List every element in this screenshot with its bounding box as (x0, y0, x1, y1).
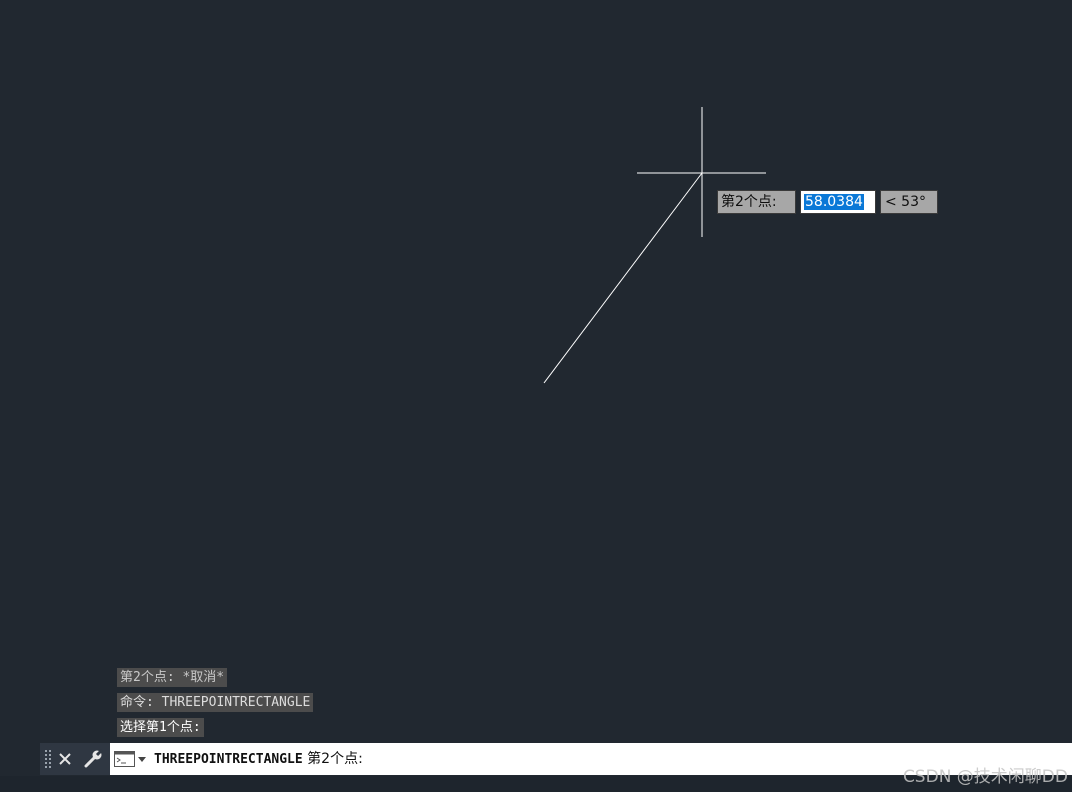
wrench-icon[interactable] (82, 748, 104, 770)
close-icon[interactable] (56, 749, 74, 769)
command-history-line: 命令: THREEPOINTRECTANGLE (117, 693, 314, 712)
command-prompt-text: 第2个点: (307, 751, 363, 767)
command-history-line: 第2个点: *取消* (117, 668, 228, 687)
dynamic-input-prompt: 第2个点: (717, 190, 796, 214)
command-line-toolbar (40, 743, 110, 775)
command-prompt-icon[interactable] (114, 751, 148, 767)
dynamic-input-angle-field[interactable]: < 53° (880, 190, 938, 214)
rubber-band-line (543, 172, 703, 384)
length-value: 58.0384 (804, 194, 864, 210)
dynamic-input-length-field[interactable]: 58.0384 (800, 190, 876, 214)
drawing-svg (543, 107, 766, 384)
command-line-text: THREEPOINTRECTANGLE 第2个点: (154, 743, 363, 775)
command-history-line: 选择第1个点: (117, 718, 204, 737)
drawing-canvas[interactable]: 第2个点: 58.0384 < 53° 第2个点: *取消* 命令: THREE… (0, 0, 1072, 742)
watermark: CSDN @技术闲聊DD (902, 767, 1068, 787)
drag-grip-icon[interactable] (44, 749, 52, 769)
command-name: THREEPOINTRECTANGLE (154, 752, 303, 767)
